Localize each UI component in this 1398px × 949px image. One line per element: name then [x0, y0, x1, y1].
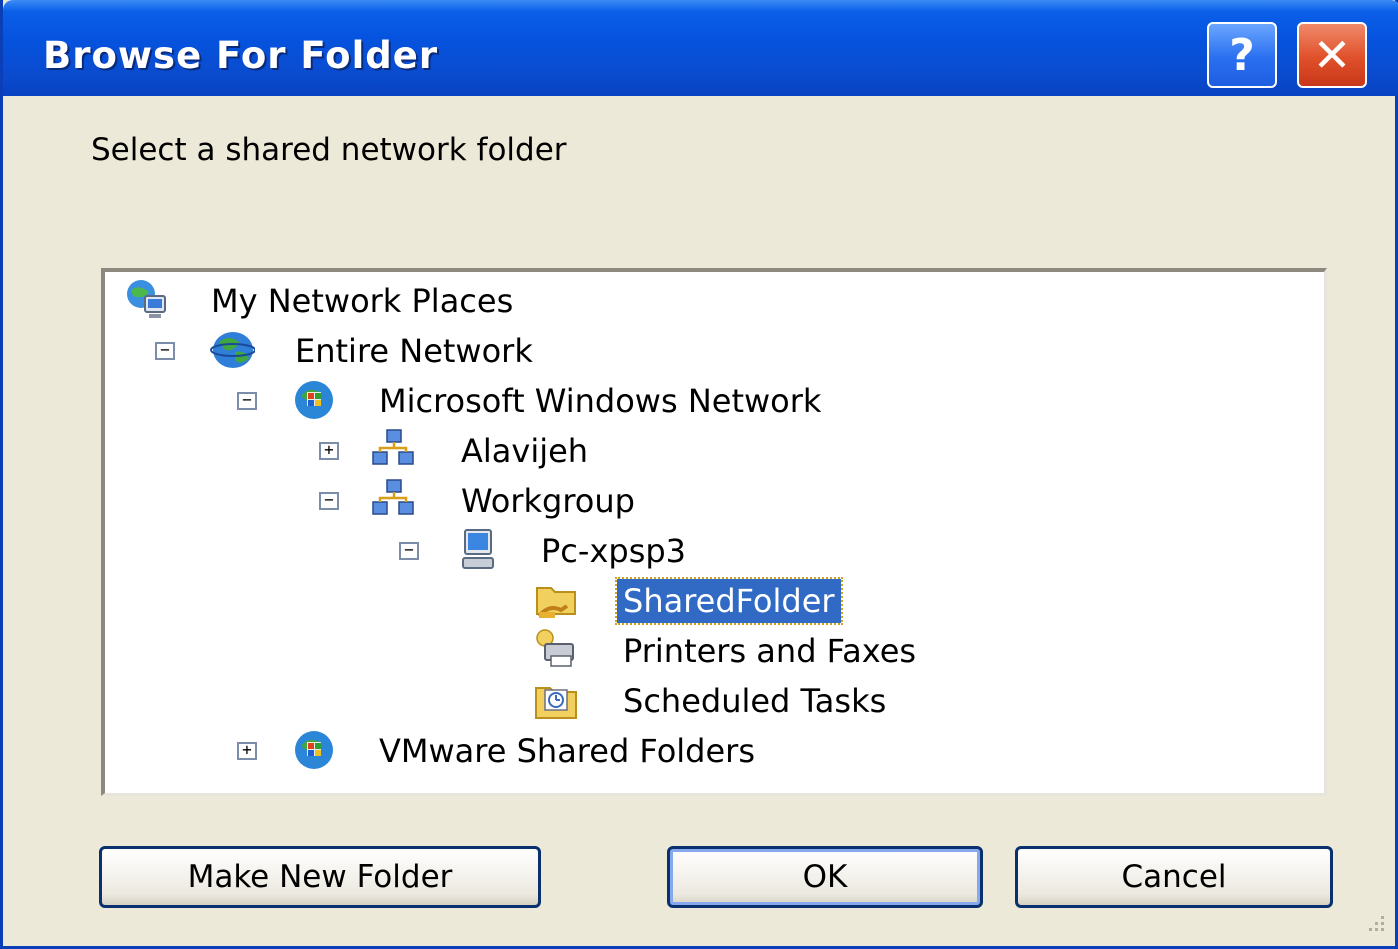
title-bar[interactable]: Browse For Folder ? ✕ [3, 0, 1398, 96]
network-places-icon [127, 280, 166, 318]
dialog-title: Browse For Folder [43, 34, 439, 77]
workgroup-icon [372, 479, 414, 515]
tree-item-label: Workgroup [461, 482, 635, 520]
tree-item-label: My Network Places [211, 282, 514, 320]
tree-item-pc-xpsp3[interactable]: − Pc-xpsp3 [105, 528, 1305, 574]
shared-folder-icon [536, 587, 576, 618]
tree-item-label: Scheduled Tasks [623, 682, 887, 720]
resize-grip-icon[interactable] [1361, 912, 1387, 938]
tree-item-sharedfolder[interactable]: SharedFolder [105, 577, 1305, 625]
collapse-toggle[interactable]: − [399, 542, 419, 560]
tree-item-label: VMware Shared Folders [379, 732, 755, 770]
tree-item-microsoft-windows-network[interactable]: − Microsoft Windows Network [105, 378, 1305, 424]
tree-item-label: Printers and Faxes [623, 632, 917, 670]
tree-item-label: Alavijeh [461, 432, 589, 470]
expand-toggle[interactable]: + [319, 442, 339, 460]
make-new-folder-button[interactable]: Make New Folder [99, 846, 541, 908]
tree-item-my-network-places[interactable]: My Network Places [105, 278, 1305, 324]
tree-item-printers-and-faxes[interactable]: Printers and Faxes [105, 628, 1305, 674]
workgroup-icon [372, 429, 414, 465]
prompt-text: Select a shared network folder [91, 132, 567, 168]
tree-item-label: Microsoft Windows Network [379, 382, 822, 420]
tree-item-label: Entire Network [295, 332, 533, 370]
make-new-folder-label: Make New Folder [187, 859, 453, 895]
tree-item-label: Pc-xpsp3 [541, 532, 687, 570]
ok-label: OK [802, 859, 848, 895]
browse-for-folder-dialog: Browse For Folder ? ✕ Select a shared ne… [0, 0, 1398, 949]
tree-item-workgroup[interactable]: − Workgroup [105, 478, 1305, 524]
computer-icon [462, 529, 494, 569]
help-button[interactable]: ? [1207, 22, 1277, 88]
folder-tree[interactable]: My Network Places − Entire Network − Mic… [101, 268, 1327, 796]
windows-network-icon [295, 381, 333, 419]
tree-item-entire-network[interactable]: − Entire Network [105, 328, 1305, 374]
cancel-button[interactable]: Cancel [1015, 846, 1333, 908]
tree-item-label-selected: SharedFolder [615, 577, 843, 625]
scheduled-tasks-icon [535, 687, 577, 719]
collapse-toggle[interactable]: − [155, 342, 175, 360]
windows-network-icon [295, 731, 333, 769]
collapse-toggle[interactable]: − [237, 392, 257, 410]
tree-item-scheduled-tasks[interactable]: Scheduled Tasks [105, 678, 1305, 724]
globe-icon [210, 332, 255, 368]
tree-item-alavijeh[interactable]: + Alavijeh [105, 428, 1305, 474]
expand-toggle[interactable]: + [237, 742, 257, 760]
cancel-label: Cancel [1121, 859, 1227, 895]
close-button[interactable]: ✕ [1297, 22, 1367, 88]
collapse-toggle[interactable]: − [319, 492, 339, 510]
printer-icon [536, 629, 574, 667]
ok-button[interactable]: OK [667, 846, 983, 908]
tree-item-vmware-shared-folders[interactable]: + VMware Shared Folders [105, 728, 1305, 774]
